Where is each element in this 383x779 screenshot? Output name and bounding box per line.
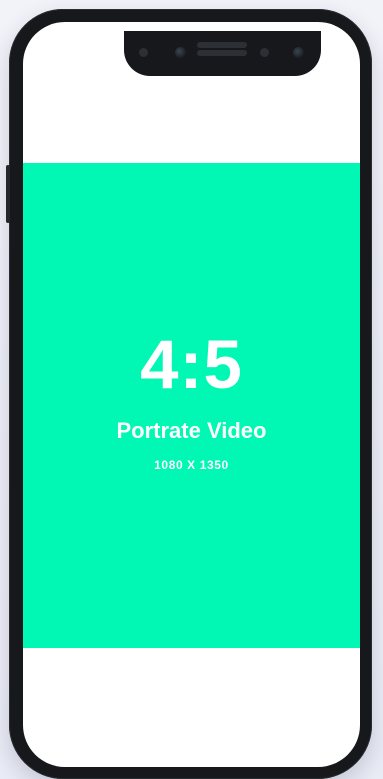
video-format-title: Portrate Video bbox=[116, 418, 267, 443]
video-preview-area bbox=[23, 163, 360, 648]
aspect-ratio-label: 4:5 bbox=[140, 326, 243, 403]
phone-side-button bbox=[6, 165, 10, 223]
front-camera-icon bbox=[175, 47, 186, 58]
sensor-dot bbox=[139, 48, 148, 57]
speaker-grille-line bbox=[197, 50, 247, 56]
proximity-sensor-dot bbox=[260, 48, 269, 57]
video-dimensions-label: 1080 X 1350 bbox=[154, 458, 229, 472]
phone-notch bbox=[124, 31, 321, 76]
speaker-grille-icon bbox=[197, 42, 247, 48]
phone-screen: 4:5 Portrate Video 1080 X 1350 bbox=[23, 22, 360, 767]
secondary-camera-icon bbox=[293, 47, 304, 58]
